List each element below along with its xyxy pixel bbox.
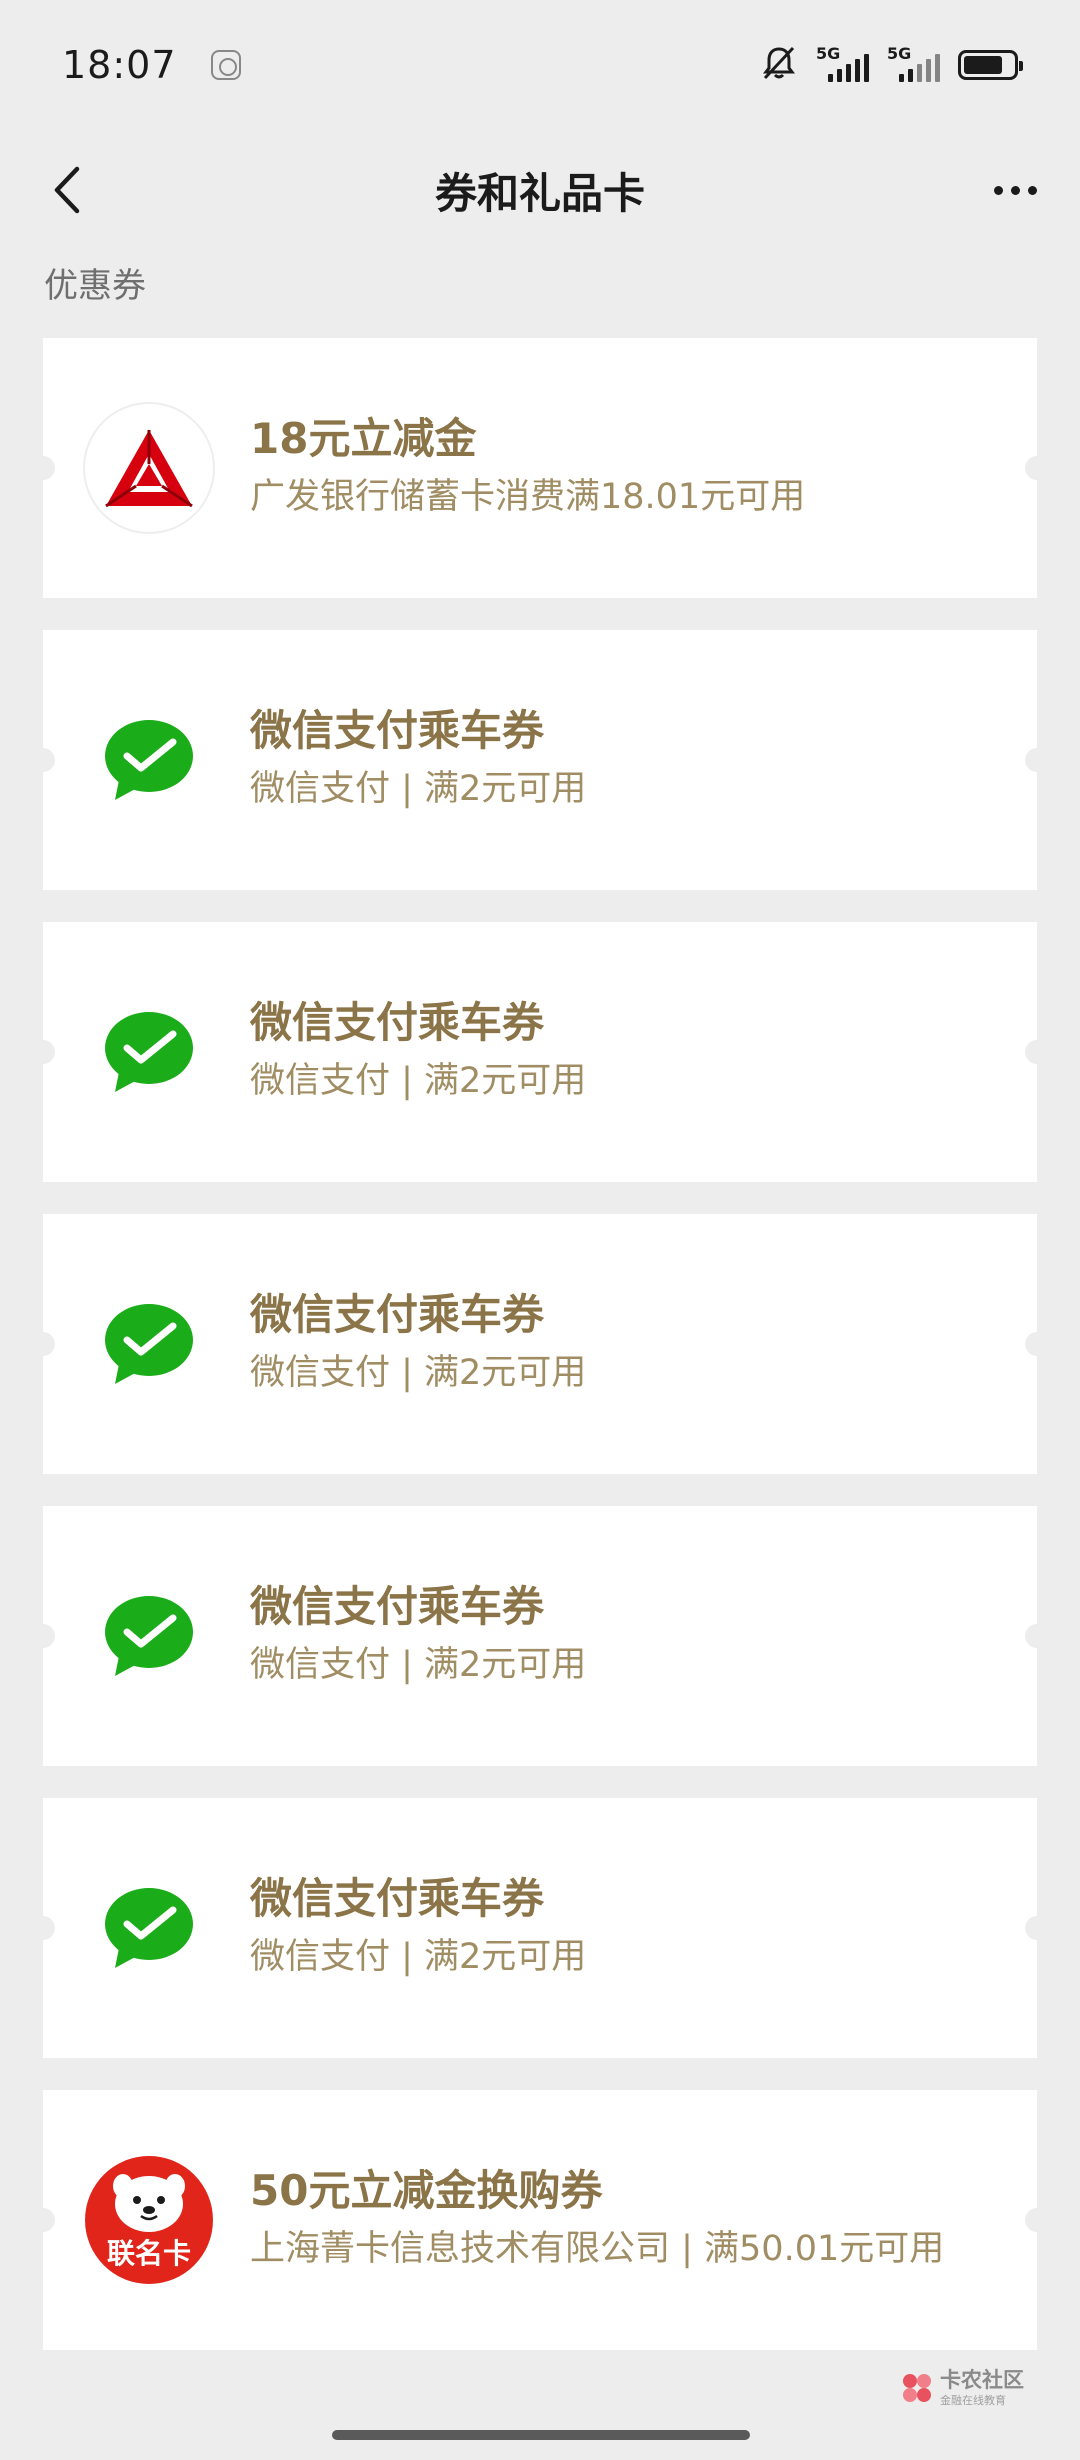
coupon-title: 微信支付乘车券 [250,706,545,755]
wechat-pay-logo [85,988,213,1116]
signal-5g-icon: 5G [816,44,869,82]
status-icons: 5G 5G [760,44,1023,86]
battery-icon [958,50,1023,80]
wechat-pay-logo [85,1864,213,1992]
section-title: 优惠券 [44,266,146,306]
more-dots-icon [993,185,1003,195]
coupon-text: 微信支付乘车券 微信支付 | 满2元可用 [250,996,586,1106]
status-time: 18:07 [62,43,177,87]
watermark-subtitle: 金融在线教育 [940,2394,1006,2407]
coupon-text: 18元立减金 广发银行储蓄卡消费满18.01元可用 [250,412,805,522]
coupon-card[interactable]: 微信支付乘车券 微信支付 | 满2元可用 [31,630,1049,890]
wechat-pay-logo [85,1280,213,1408]
jd-logo-text: 联名卡 [106,2237,191,2270]
coupon-description: 微信支付 | 满2元可用 [250,1937,587,1977]
coupon-description: 微信支付 | 满2元可用 [250,769,587,809]
coupon-title: 18元立减金 [250,414,477,463]
coupon-list: 18元立减金 广发银行储蓄卡消费满18.01元可用 微信支付乘车券 微信支付 |… [31,338,1049,2382]
coupon-description: 微信支付 | 满2元可用 [250,1645,587,1685]
coupon-card[interactable]: 联名卡 50元立减金换购券 上海菁卡信息技术有限公司 | 满50.01元可用 [31,2090,1049,2350]
wechat-pay-logo [85,1572,213,1700]
coupon-description: 微信支付 | 满2元可用 [250,1353,587,1393]
coupon-title: 50元立减金换购券 [250,2166,603,2215]
coupon-card[interactable]: 微信支付乘车券 微信支付 | 满2元可用 [31,922,1049,1182]
coupon-title: 微信支付乘车券 [250,1874,545,1923]
wechat-pay-logo [85,696,213,824]
coupon-text: 微信支付乘车券 微信支付 | 满2元可用 [250,704,586,814]
coupon-description: 广发银行储蓄卡消费满18.01元可用 [250,477,806,517]
mute-bell-icon [760,44,798,86]
watermark-logo-icon [903,2374,931,2402]
jd-co-brand-card-logo: 联名卡 [85,2156,213,2284]
coupon-title: 微信支付乘车券 [250,1290,545,1339]
page-title: 券和礼品卡 [434,168,645,218]
cgb-bank-logo [85,404,213,532]
coupon-text: 微信支付乘车券 微信支付 | 满2元可用 [250,1580,586,1690]
chevron-left-icon [54,166,80,214]
watermark: 卡农社区 金融在线教育 [900,2370,1024,2406]
status-bar: 18:07 5G 5G [0,0,1080,130]
battery-level [964,56,1003,74]
coupons-and-gift-cards-screen: 18:07 5G 5G 券和礼品卡 优惠券 18元立减金 广发银行储蓄卡消费满1… [0,0,1080,2460]
coupon-card[interactable]: 微信支付乘车券 微信支付 | 满2元可用 [31,1214,1049,1474]
coupon-card[interactable]: 微信支付乘车券 微信支付 | 满2元可用 [31,1798,1049,2058]
signal-5g-icon: 5G [887,44,940,82]
watermark-title: 卡农社区 [940,2368,1024,2392]
home-indicator[interactable] [332,2430,750,2440]
gallery-app-icon [210,50,241,80]
coupon-card[interactable]: 18元立减金 广发银行储蓄卡消费满18.01元可用 [31,338,1049,598]
coupon-text: 50元立减金换购券 上海菁卡信息技术有限公司 | 满50.01元可用 [250,2164,944,2274]
more-button[interactable] [980,160,1050,220]
nav-bar: 券和礼品卡 [0,130,1080,250]
coupon-title: 微信支付乘车券 [250,1582,545,1631]
network-type-2: 5G [887,44,912,63]
coupon-text: 微信支付乘车券 微信支付 | 满2元可用 [250,1288,586,1398]
coupon-card[interactable]: 微信支付乘车券 微信支付 | 满2元可用 [31,1506,1049,1766]
coupon-title: 微信支付乘车券 [250,998,545,1047]
back-button[interactable] [36,160,96,220]
coupon-description: 微信支付 | 满2元可用 [250,1061,587,1101]
network-type-1: 5G [816,44,841,63]
coupon-description: 上海菁卡信息技术有限公司 | 满50.01元可用 [250,2229,945,2269]
coupon-text: 微信支付乘车券 微信支付 | 满2元可用 [250,1872,586,1982]
